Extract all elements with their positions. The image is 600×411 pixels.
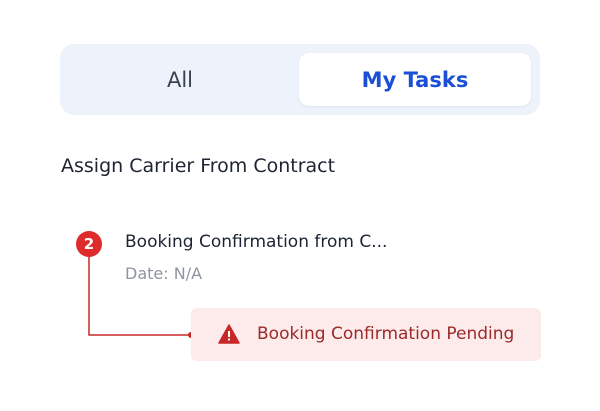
task-filter-tabs: All My Tasks: [60, 44, 540, 115]
alert-message: Booking Confirmation Pending: [257, 324, 515, 344]
task-date: Date: N/A: [125, 264, 203, 283]
tab-all[interactable]: All: [60, 53, 300, 106]
status-alert: Booking Confirmation Pending: [191, 308, 541, 361]
section-title: Assign Carrier From Contract: [61, 155, 336, 177]
warning-icon: [218, 324, 240, 344]
task-title[interactable]: Booking Confirmation from C...: [125, 232, 387, 252]
tab-my-tasks[interactable]: My Tasks: [299, 53, 531, 106]
step-number-badge: 2: [76, 231, 102, 257]
